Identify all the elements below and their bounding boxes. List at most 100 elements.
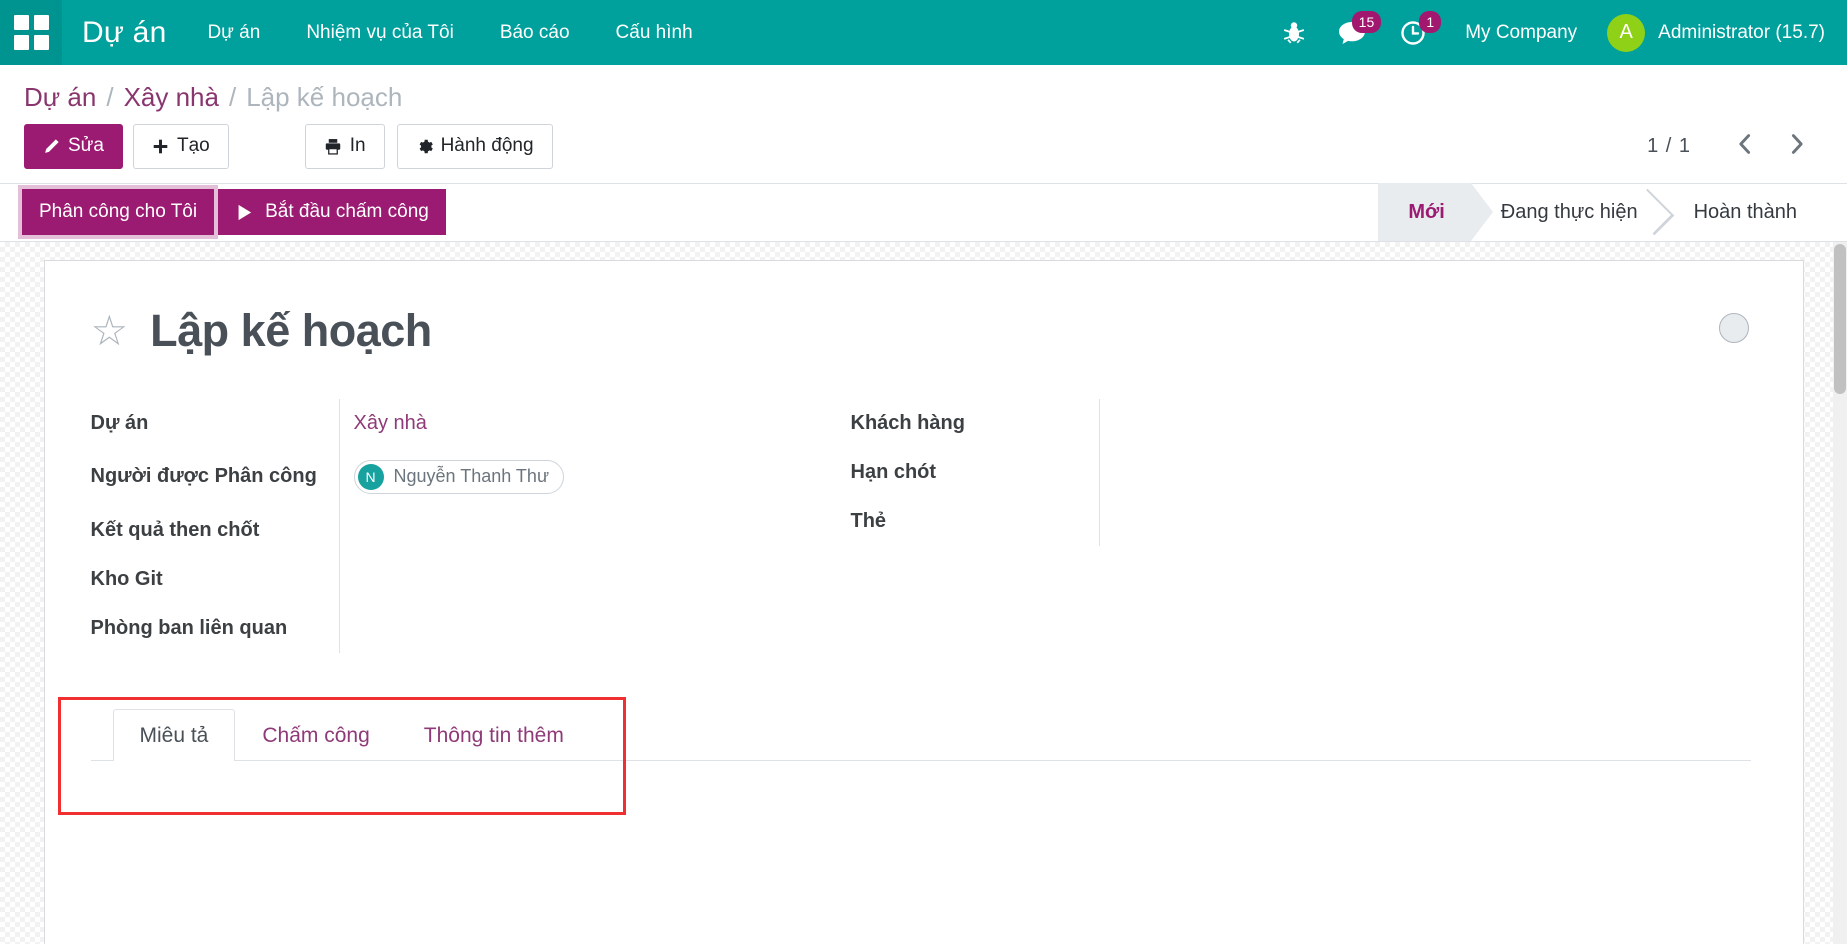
assignee-name: Nguyễn Thanh Thư (394, 466, 550, 487)
user-name-label: Administrator (15.7) (1658, 22, 1825, 44)
form-column-right: Khách hàng Hạn chót Thẻ (851, 399, 1684, 653)
breadcrumb: Dự án / Xây nhà / Lập kế hoạch (0, 65, 1847, 118)
messages-button[interactable]: 15 (1321, 0, 1383, 65)
gear-icon (416, 138, 433, 155)
form-content-area: ☆ Lập kế hoạch Dự án Xây nhà Người được … (0, 242, 1847, 944)
field-git-repo: Kho Git (91, 555, 851, 604)
field-customer: Khách hàng (851, 399, 1684, 448)
activities-button[interactable]: 1 (1383, 0, 1443, 65)
stage-done-label: Hoàn thành (1694, 201, 1797, 224)
form-fields-grid: Dự án Xây nhà Người được Phân công N Ngu… (91, 399, 1757, 653)
field-related-department-value[interactable] (339, 604, 851, 653)
menu-item-configuration[interactable]: Cấu hình (593, 0, 716, 65)
tab-timesheets-label: Chấm công (262, 724, 369, 747)
app-brand-title[interactable]: Dự án (62, 16, 184, 50)
start-timesheet-button[interactable]: Bắt đầu chấm công (218, 189, 446, 235)
stage-in-progress-label: Đang thực hiện (1501, 201, 1638, 224)
record-title-row: ☆ Lập kế hoạch (91, 295, 1757, 357)
messages-count-badge: 15 (1352, 11, 1382, 33)
pager-next-button[interactable] (1771, 130, 1823, 162)
field-tags-value[interactable] (1099, 497, 1684, 546)
create-button[interactable]: Tạo (133, 124, 229, 169)
navbar-right-section: 15 1 My Company A Administrator (15.7) (1267, 0, 1847, 65)
vertical-scrollbar[interactable] (1833, 242, 1847, 944)
stage-new-label: Mới (1408, 201, 1444, 224)
stage-done[interactable]: Hoàn thành (1664, 183, 1823, 241)
pager: 1 / 1 (1647, 130, 1823, 162)
field-project: Dự án Xây nhà (91, 399, 851, 448)
pager-previous-button[interactable] (1719, 130, 1771, 162)
main-menu: Dự án Nhiệm vụ của Tôi Báo cáo Cấu hình (184, 0, 715, 65)
field-project-value[interactable]: Xây nhà (354, 412, 427, 435)
action-button-label: Hành động (441, 134, 534, 159)
field-project-value-cell: Xây nhà (339, 399, 851, 448)
status-bar: Phân công cho Tôi Bắt đầu chấm công Mới … (0, 184, 1847, 242)
play-icon (235, 203, 254, 222)
print-button[interactable]: In (305, 124, 385, 169)
print-button-label: In (350, 134, 366, 159)
avatar: A (1607, 14, 1645, 52)
record-actions-group: Sửa Tạo (24, 124, 229, 169)
field-deadline-value[interactable] (1099, 448, 1684, 497)
edit-button[interactable]: Sửa (24, 124, 123, 169)
menu-item-projects[interactable]: Dự án (184, 0, 283, 65)
chevron-left-icon (1735, 132, 1755, 156)
tab-description[interactable]: Miêu tả (113, 709, 236, 761)
field-git-repo-label: Kho Git (91, 556, 339, 603)
star-outline-icon[interactable]: ☆ (91, 310, 129, 352)
field-assignees-label: Người được Phân công (91, 453, 339, 500)
assign-to-me-label: Phân công cho Tôi (39, 200, 197, 224)
scrollbar-thumb[interactable] (1834, 244, 1846, 394)
form-column-left: Dự án Xây nhà Người được Phân công N Ngu… (91, 399, 851, 653)
activities-count-badge: 1 (1419, 11, 1441, 33)
stage-in-progress[interactable]: Đang thực hiện (1471, 183, 1664, 241)
start-timesheet-label: Bắt đầu chấm công (265, 200, 429, 224)
chevron-right-icon (1787, 132, 1807, 156)
field-customer-label: Khách hàng (851, 400, 1099, 447)
assignee-avatar: N (358, 464, 384, 490)
breadcrumb-current: Lập kế hoạch (246, 82, 402, 113)
pencil-icon (43, 138, 60, 155)
field-related-department: Phòng ban liên quan (91, 604, 851, 653)
page-title: Lập kế hoạch (150, 305, 432, 357)
field-deadline-label: Hạn chót (851, 449, 1099, 496)
tab-timesheets[interactable]: Chấm công (235, 709, 396, 761)
plus-icon (152, 138, 169, 155)
breadcrumb-separator: / (106, 82, 113, 113)
field-git-repo-value[interactable] (339, 555, 851, 604)
bug-report-button[interactable] (1267, 0, 1321, 65)
field-assignees-value-cell: N Nguyễn Thanh Thư (339, 448, 851, 506)
field-related-department-label: Phòng ban liên quan (91, 605, 339, 652)
field-tags: Thẻ (851, 497, 1684, 546)
toolbar: Sửa Tạo In (0, 118, 1847, 183)
pager-value[interactable]: 1 / 1 (1647, 135, 1719, 158)
top-navbar: Dự án Dự án Nhiệm vụ của Tôi Báo cáo Cấu… (0, 0, 1847, 65)
control-panel: Dự án / Xây nhà / Lập kế hoạch Sửa Tạo (0, 65, 1847, 184)
field-key-result-value[interactable] (339, 506, 851, 555)
assign-to-me-button[interactable]: Phân công cho Tôi (22, 189, 214, 235)
company-switcher[interactable]: My Company (1443, 22, 1599, 44)
edit-button-label: Sửa (68, 134, 104, 159)
breadcrumb-item-projects[interactable]: Dự án (24, 82, 96, 113)
field-key-result: Kết quả then chốt (91, 506, 851, 555)
user-menu[interactable]: A Administrator (15.7) (1599, 14, 1825, 52)
field-customer-value[interactable] (1099, 399, 1684, 448)
menu-item-reporting[interactable]: Báo cáo (477, 0, 593, 65)
form-sheet: ☆ Lập kế hoạch Dự án Xây nhà Người được … (44, 260, 1804, 944)
bug-icon (1283, 20, 1305, 46)
stage-new[interactable]: Mới (1378, 183, 1470, 241)
stage-pipeline: Mới Đang thực hiện Hoàn thành (1378, 183, 1847, 241)
assignee-tag[interactable]: N Nguyễn Thanh Thư (354, 460, 565, 494)
misc-actions-group: In Hành động (305, 124, 553, 169)
breadcrumb-item-project[interactable]: Xây nhà (124, 82, 219, 113)
apps-menu-button[interactable] (0, 0, 62, 65)
kanban-state-circle-icon[interactable] (1719, 313, 1749, 343)
apps-grid-icon (14, 15, 49, 50)
breadcrumb-separator-2: / (229, 82, 236, 113)
tab-extra-info[interactable]: Thông tin thêm (397, 709, 591, 761)
tab-description-label: Miêu tả (140, 724, 209, 747)
printer-icon (324, 138, 342, 155)
action-button[interactable]: Hành động (397, 124, 553, 169)
menu-item-my-tasks[interactable]: Nhiệm vụ của Tôi (283, 0, 477, 65)
field-key-result-label: Kết quả then chốt (91, 507, 339, 554)
